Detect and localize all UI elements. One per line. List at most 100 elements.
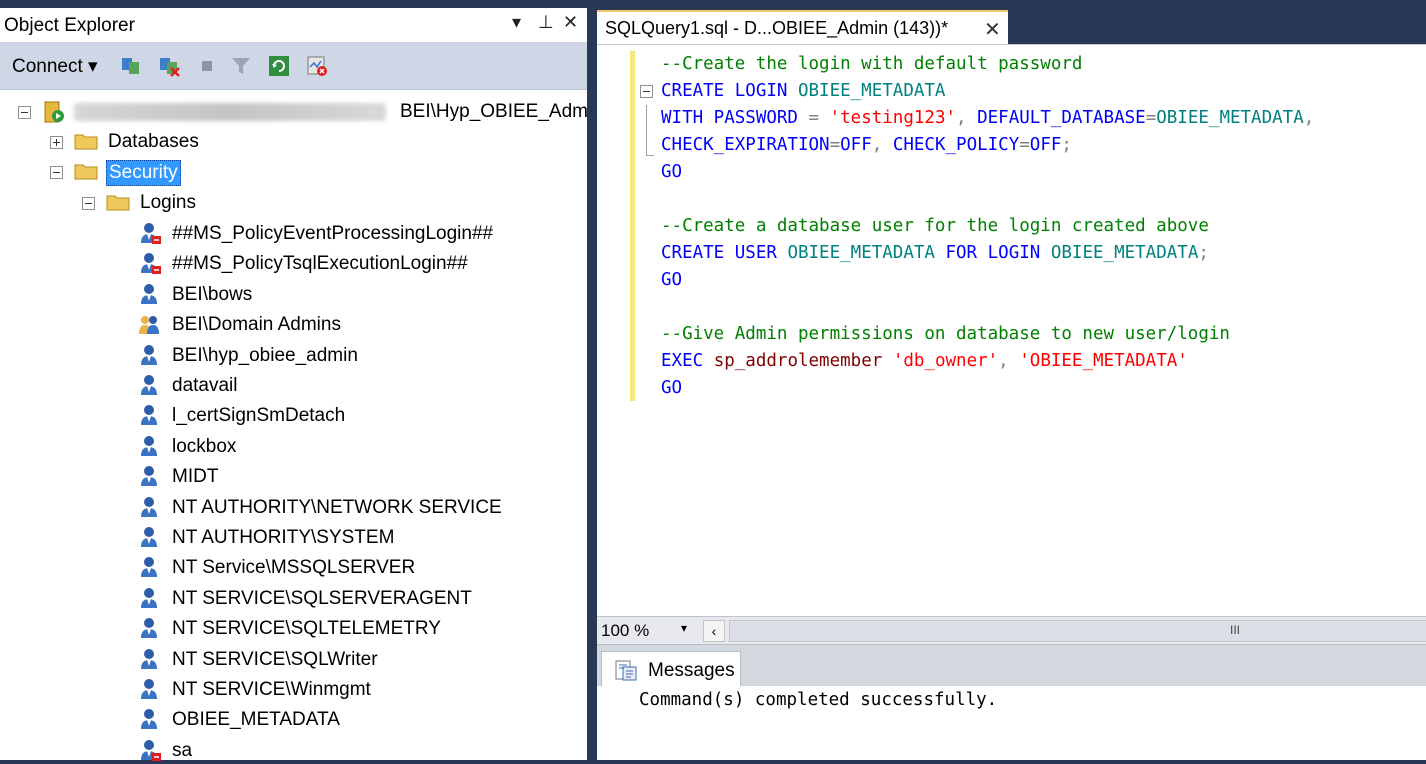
tab-sqlquery1[interactable]: SQLQuery1.sql - D...OBIEE_Admin (143))* … xyxy=(597,10,1008,46)
tree-node-login[interactable]: NT SERVICE\SQLWriter xyxy=(0,647,587,673)
comment: --Create a database user for the login c… xyxy=(661,216,1209,236)
tree-node-databases[interactable]: Databases xyxy=(0,129,587,155)
login-icon xyxy=(141,466,157,487)
collapse-toggle-icon[interactable] xyxy=(82,197,95,210)
connect-button[interactable]: Connect ▾ xyxy=(12,55,98,78)
tree-node-login[interactable]: datavail xyxy=(0,373,587,399)
stop-icon[interactable] xyxy=(196,55,218,77)
system-procedure: sp_addrolemember xyxy=(713,351,893,371)
scrollbar-grip-icon[interactable]: III xyxy=(1230,623,1240,637)
login-icon xyxy=(141,587,157,608)
operator: = xyxy=(1145,108,1157,128)
close-panel-icon[interactable]: ✕ xyxy=(563,12,578,33)
keyword: OFF xyxy=(840,135,872,155)
tree-node-login[interactable]: NT SERVICE\Winmgmt xyxy=(0,677,587,703)
object-explorer-title: Object Explorer xyxy=(4,15,135,36)
object-explorer-panel: Object Explorer ▾ ⊥ ✕ Connect ▾ BEI\Hyp_… xyxy=(0,8,588,761)
keyword: CREATE LOGIN xyxy=(661,81,798,101)
expand-toggle-icon[interactable] xyxy=(50,136,63,149)
panel-splitter[interactable] xyxy=(587,8,597,760)
filter-icon[interactable] xyxy=(230,55,252,77)
connect-server-icon[interactable] xyxy=(120,55,142,77)
tree-node-login[interactable]: NT SERVICE\SQLSERVERAGENT xyxy=(0,586,587,612)
login-icon xyxy=(141,344,157,365)
activity-monitor-icon[interactable] xyxy=(306,55,328,77)
zoom-dropdown-icon[interactable]: ▾ xyxy=(681,621,687,635)
keyword: CREATE USER xyxy=(661,243,788,263)
login-icon xyxy=(141,283,157,304)
login-name: BEI\bows xyxy=(172,283,253,305)
keyword: GO xyxy=(661,378,683,398)
tree-node-login[interactable]: NT SERVICE\SQLTELEMETRY xyxy=(0,616,587,642)
login-icon xyxy=(141,375,157,395)
messages-pane[interactable]: Command(s) completed successfully. xyxy=(597,686,1426,760)
disconnect-server-icon[interactable] xyxy=(158,55,180,77)
login-icon xyxy=(141,679,157,699)
code-text: --Create the login with default password… xyxy=(661,51,1314,402)
window-position-dropdown-icon[interactable]: ▾ xyxy=(512,12,521,33)
tree-node-login[interactable]: NT Service\MSSQLSERVER xyxy=(0,555,587,581)
login-name: lockbox xyxy=(172,435,237,457)
operator: , xyxy=(956,108,978,128)
collapse-toggle-icon[interactable] xyxy=(50,166,63,179)
code-line-5: GO xyxy=(661,159,1314,186)
horizontal-scrollbar[interactable]: III xyxy=(729,620,1426,642)
code-line-9: GO xyxy=(661,267,1314,294)
login-name: sa xyxy=(172,739,193,761)
keyword: FOR LOGIN xyxy=(934,243,1051,263)
server-login-label: BEI\Hyp_OBIEE_Adm xyxy=(400,101,588,122)
login-icon xyxy=(141,648,157,669)
login-name: NT SERVICE\SQLWriter xyxy=(172,648,378,670)
zoom-level[interactable]: 100 % xyxy=(601,621,649,641)
tree-node-security[interactable]: Security xyxy=(0,159,587,186)
login-icon xyxy=(141,557,157,578)
tree-node-login[interactable]: NT AUTHORITY\NETWORK SERVICE xyxy=(0,495,587,521)
scroll-left-button[interactable]: ‹ xyxy=(703,620,725,642)
refresh-icon[interactable] xyxy=(268,55,290,77)
tree-node-login[interactable]: lockbox xyxy=(0,434,587,460)
fold-line xyxy=(646,105,647,155)
code-line-4: CHECK_EXPIRATION=OFF, CHECK_POLICY=OFF; xyxy=(661,132,1314,159)
keyword: OFF xyxy=(1029,135,1062,155)
keyword: DEFAULT_DATABASE xyxy=(977,108,1146,128)
folder-icon xyxy=(106,195,130,211)
pin-icon[interactable]: ⊥ xyxy=(538,12,554,33)
operator: , xyxy=(871,135,893,155)
tree-node-login[interactable]: NT AUTHORITY\SYSTEM xyxy=(0,525,587,551)
login-disabled-icon xyxy=(141,223,161,244)
login-icon xyxy=(141,618,157,639)
tree-node-login[interactable]: OBIEE_METADATA xyxy=(0,707,587,733)
operator: = xyxy=(829,135,841,155)
code-line-12: EXEC sp_addrolemember 'db_owner', 'OBIEE… xyxy=(661,348,1314,375)
tree-node-login[interactable]: ##MS_PolicyTsqlExecutionLogin## xyxy=(0,251,587,277)
tab-messages[interactable]: Messages xyxy=(601,651,741,688)
tree-node-login[interactable]: l_certSignSmDetach xyxy=(0,403,587,429)
login-name: datavail xyxy=(172,375,238,396)
tree-node-server[interactable]: BEI\Hyp_OBIEE_Adm xyxy=(0,99,588,125)
login-name: NT AUTHORITY\NETWORK SERVICE xyxy=(172,496,502,518)
login-name: l_certSignSmDetach xyxy=(172,405,346,427)
identifier: OBIEE_METADATA xyxy=(1156,108,1304,128)
tree-node-login[interactable]: MIDT xyxy=(0,464,587,490)
tab-close-icon[interactable]: ✕ xyxy=(984,17,1001,42)
login-icon xyxy=(141,405,157,426)
tree-node-login[interactable]: BEI\bows xyxy=(0,282,587,308)
code-collapse-icon[interactable] xyxy=(640,85,653,98)
object-explorer-toolbar: Connect ▾ xyxy=(0,43,587,90)
operator: ; xyxy=(1061,135,1072,155)
folder-icon xyxy=(74,134,98,150)
login-name: NT Service\MSSQLSERVER xyxy=(172,557,416,579)
tree-node-login[interactable]: BEI\hyp_obiee_admin xyxy=(0,343,587,369)
node-label-databases: Databases xyxy=(108,131,199,152)
node-label-logins: Logins xyxy=(140,192,196,213)
collapse-toggle-icon[interactable] xyxy=(18,106,31,119)
node-label-security: Security xyxy=(106,160,181,186)
tree-node-logins[interactable]: Logins xyxy=(0,190,587,216)
results-tab-bar: Messages xyxy=(597,644,1426,688)
string-literal: 'OBIEE_METADATA' xyxy=(1019,351,1188,371)
tree-node-login[interactable]: BEI\Domain Admins xyxy=(0,312,587,338)
identifier: OBIEE_METADATA xyxy=(797,81,946,101)
query-editor[interactable]: --Create the login with default password… xyxy=(597,44,1426,617)
tree-node-login[interactable]: ##MS_PolicyEventProcessingLogin## xyxy=(0,221,587,247)
